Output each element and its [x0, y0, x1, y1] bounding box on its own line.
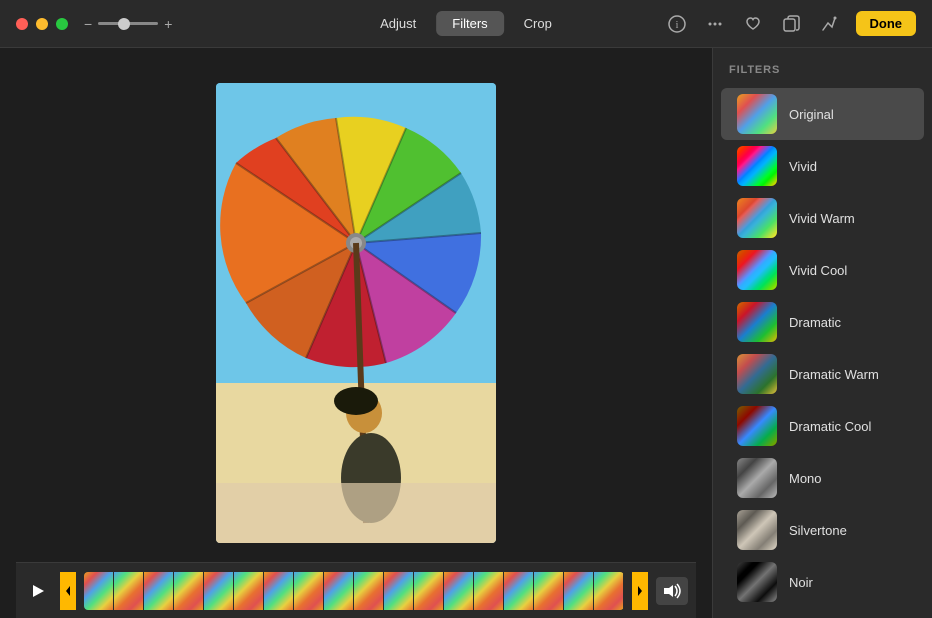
filter-label-vivid-cool: Vivid Cool	[789, 263, 847, 278]
zoom-plus-icon[interactable]: +	[164, 17, 172, 31]
play-button[interactable]	[24, 577, 52, 605]
filters-section-title: FILTERS	[713, 64, 932, 88]
filter-label-vivid-warm: Vivid Warm	[789, 211, 855, 226]
adjust-tab[interactable]: Adjust	[364, 11, 432, 36]
maximize-button[interactable]	[56, 18, 68, 30]
filter-thumb-dramatic-warm	[737, 354, 777, 394]
zoom-thumb[interactable]	[118, 18, 130, 30]
main-content: FILTERS Original Vivid Vivid Warm Vivid	[0, 48, 932, 618]
filter-thumb-vivid-cool	[737, 250, 777, 290]
filter-label-vivid: Vivid	[789, 159, 817, 174]
filter-label-silvertone: Silvertone	[789, 523, 847, 538]
traffic-lights	[16, 18, 68, 30]
toolbar-center: Adjust Filters Crop	[364, 11, 568, 36]
filter-thumb-silvertone	[737, 510, 777, 550]
svg-text:i: i	[675, 20, 678, 31]
zoom-minus-icon[interactable]: −	[84, 17, 92, 31]
filter-item-vivid-warm[interactable]: Vivid Warm	[721, 192, 924, 244]
timeline-left-handle[interactable]	[60, 572, 76, 610]
filter-item-vivid[interactable]: Vivid	[721, 140, 924, 192]
filter-item-mono[interactable]: Mono	[721, 452, 924, 504]
filter-item-vivid-cool[interactable]: Vivid Cool	[721, 244, 924, 296]
photo-frame	[216, 83, 496, 543]
filter-label-original: Original	[789, 107, 834, 122]
photo-area	[0, 48, 712, 618]
filter-thumb-mono	[737, 458, 777, 498]
filter-label-dramatic-cool: Dramatic Cool	[789, 419, 871, 434]
photo-canvas	[216, 83, 496, 543]
volume-button[interactable]	[656, 577, 688, 605]
filter-label-noir: Noir	[789, 575, 813, 590]
filter-label-dramatic: Dramatic	[789, 315, 841, 330]
filters-panel: FILTERS Original Vivid Vivid Warm Vivid	[712, 48, 932, 618]
filter-label-dramatic-warm: Dramatic Warm	[789, 367, 879, 382]
heart-button[interactable]	[742, 13, 764, 35]
filter-thumb-dramatic-cool	[737, 406, 777, 446]
filter-thumb-dramatic	[737, 302, 777, 342]
zoom-slider[interactable]: − +	[84, 17, 172, 31]
photo-container	[16, 64, 696, 562]
crop-tab[interactable]: Crop	[508, 11, 568, 36]
filter-thumb-noir	[737, 562, 777, 602]
filter-thumb-original	[737, 94, 777, 134]
filter-item-original[interactable]: Original	[721, 88, 924, 140]
info-button[interactable]: i	[666, 13, 688, 35]
duplicate-button[interactable]	[780, 13, 802, 35]
filters-tab[interactable]: Filters	[436, 11, 503, 36]
filter-item-dramatic[interactable]: Dramatic	[721, 296, 924, 348]
filter-item-noir[interactable]: Noir	[721, 556, 924, 608]
filter-thumb-vivid-warm	[737, 198, 777, 238]
timeline-bar	[16, 562, 696, 618]
close-button[interactable]	[16, 18, 28, 30]
toolbar-right: i Done	[666, 11, 917, 36]
timeline-right-handle[interactable]	[632, 572, 648, 610]
filter-label-mono: Mono	[789, 471, 822, 486]
zoom-track[interactable]	[98, 22, 158, 25]
titlebar: − + Adjust Filters Crop i	[0, 0, 932, 48]
minimize-button[interactable]	[36, 18, 48, 30]
filter-item-dramatic-warm[interactable]: Dramatic Warm	[721, 348, 924, 400]
retouch-button[interactable]	[818, 13, 840, 35]
filter-item-dramatic-cool[interactable]: Dramatic Cool	[721, 400, 924, 452]
done-button[interactable]: Done	[856, 11, 917, 36]
timeline-strip[interactable]	[84, 572, 624, 610]
more-button[interactable]	[704, 13, 726, 35]
filter-thumb-vivid	[737, 146, 777, 186]
filter-item-silvertone[interactable]: Silvertone	[721, 504, 924, 556]
